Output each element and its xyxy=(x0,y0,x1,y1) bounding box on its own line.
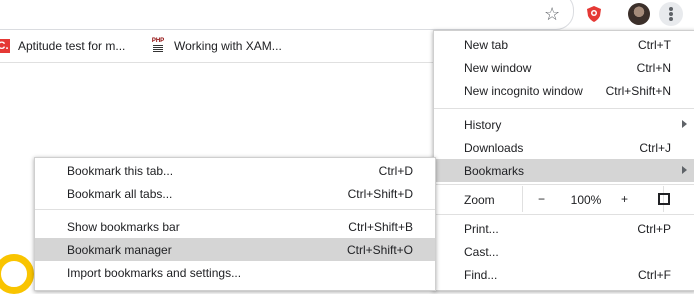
c-favicon-icon: C. xyxy=(0,39,10,53)
menu-item-print[interactable]: Print... Ctrl+P xyxy=(434,217,694,240)
loading-ring-icon xyxy=(0,254,34,294)
bookmark-item-aptitude[interactable]: C. Aptitude test for m... xyxy=(0,37,125,55)
menu-separator xyxy=(434,184,694,185)
menu-item-history[interactable]: History xyxy=(434,113,694,136)
bookmark-label: Aptitude test for m... xyxy=(18,39,126,53)
menu-item-new-window[interactable]: New window Ctrl+N xyxy=(434,56,694,79)
submenu-item-bookmark-manager[interactable]: Bookmark manager Ctrl+Shift+O xyxy=(35,238,435,261)
zoom-out-button[interactable]: − xyxy=(538,192,545,206)
zoom-controls: − 100% + xyxy=(522,186,664,212)
submenu-arrow-icon xyxy=(682,166,687,174)
submenu-arrow-icon xyxy=(682,120,687,128)
profile-avatar[interactable] xyxy=(628,3,650,25)
submenu-item-bookmark-all[interactable]: Bookmark all tabs... Ctrl+Shift+D xyxy=(35,182,435,205)
menu-item-downloads[interactable]: Downloads Ctrl+J xyxy=(434,136,694,159)
zoom-level: 100% xyxy=(570,193,602,207)
menu-item-bookmarks[interactable]: Bookmarks xyxy=(434,159,694,182)
fullscreen-icon[interactable] xyxy=(658,193,670,205)
submenu-item-bookmark-tab[interactable]: Bookmark this tab... Ctrl+D xyxy=(35,159,435,182)
menu-item-new-incognito[interactable]: New incognito window Ctrl+Shift+N xyxy=(434,79,694,102)
menu-item-cast[interactable]: Cast... xyxy=(434,240,694,263)
zoom-row: Zoom − 100% + xyxy=(434,186,694,212)
php-favicon-icon: PHP xyxy=(150,38,166,54)
more-vert-icon[interactable] xyxy=(659,2,683,26)
menu-separator xyxy=(434,108,694,109)
submenu-item-import[interactable]: Import bookmarks and settings... xyxy=(35,261,435,284)
omnibox[interactable] xyxy=(0,0,574,30)
star-icon[interactable]: ☆ xyxy=(544,4,560,24)
zoom-in-button[interactable]: + xyxy=(621,192,628,206)
shield-extension-icon[interactable] xyxy=(587,6,601,22)
bookmarks-submenu: Bookmark this tab... Ctrl+D Bookmark all… xyxy=(34,157,436,291)
menu-separator xyxy=(434,214,694,215)
submenu-item-show-bar[interactable]: Show bookmarks bar Ctrl+Shift+B xyxy=(35,215,435,238)
menu-item-find[interactable]: Find... Ctrl+F xyxy=(434,263,694,286)
chrome-main-menu: New tab Ctrl+T New window Ctrl+N New inc… xyxy=(433,30,694,291)
menu-separator xyxy=(35,209,435,210)
bookmark-label: Working with XAM... xyxy=(174,39,282,53)
browser-toolbar: ☆ xyxy=(0,0,694,30)
bookmark-item-xampp[interactable]: PHP Working with XAM... xyxy=(150,37,282,55)
menu-item-new-tab[interactable]: New tab Ctrl+T xyxy=(434,33,694,56)
